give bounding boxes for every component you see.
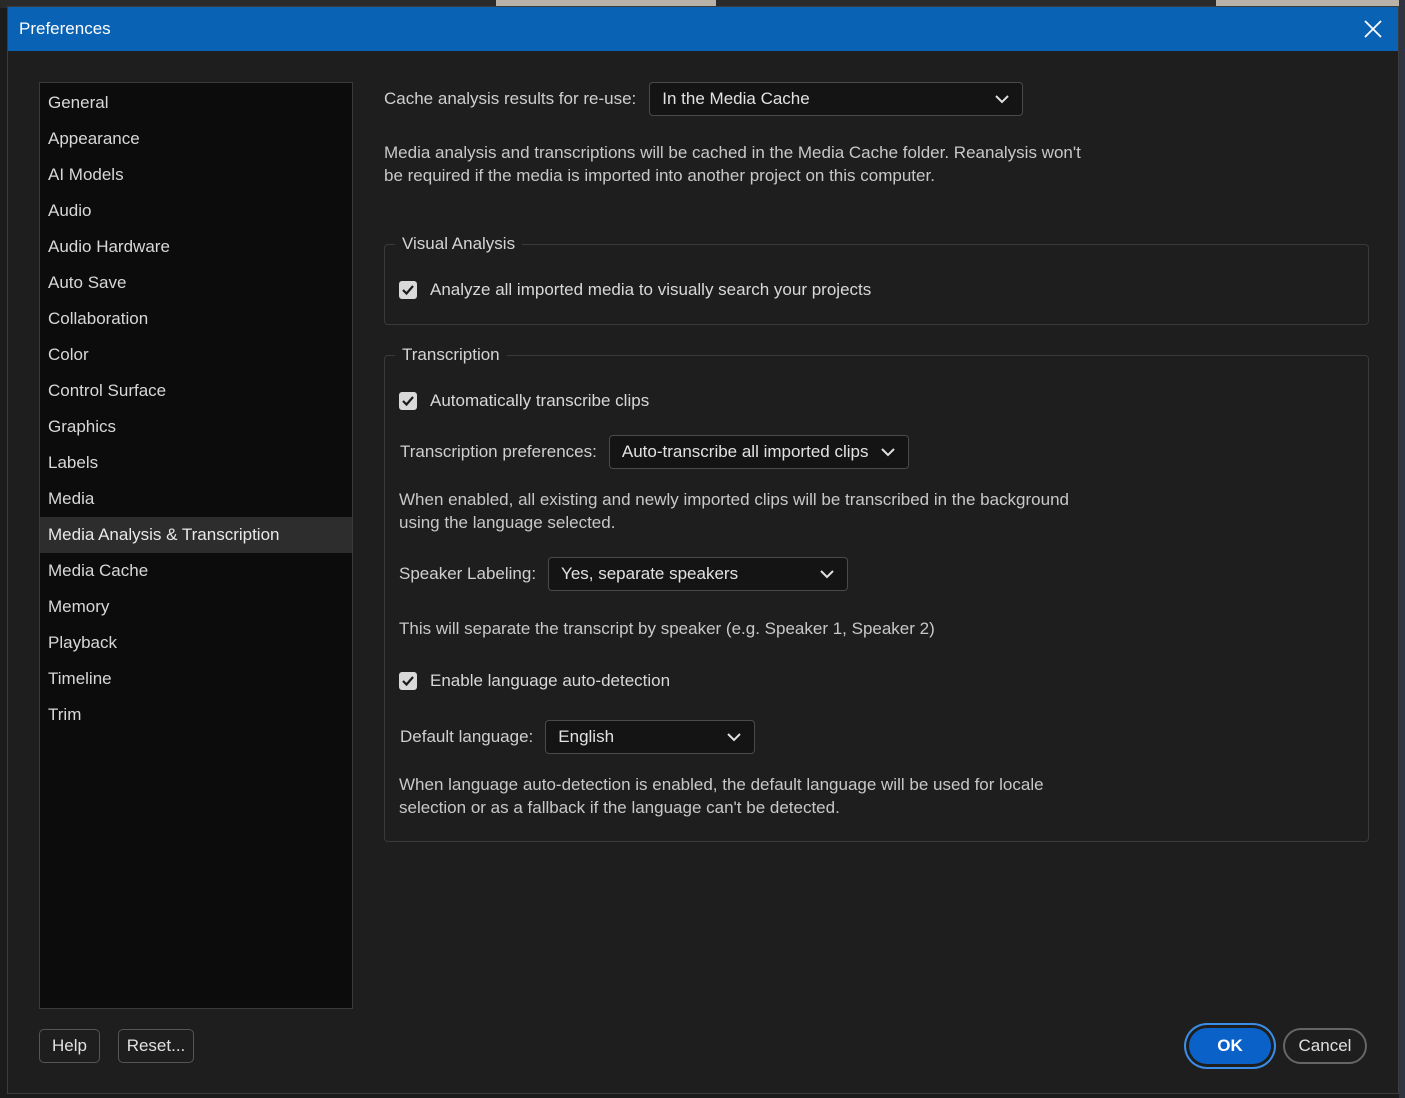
default-language-select[interactable]: English <box>545 720 756 754</box>
transcription-group: Transcription Automatically transcribe c… <box>384 345 1369 842</box>
speaker-labeling-select[interactable]: Yes, separate speakers <box>548 557 849 591</box>
default-language-value: English <box>558 727 615 746</box>
speaker-labeling-value: Yes, separate speakers <box>561 564 739 583</box>
visual-analysis-legend: Visual Analysis <box>402 234 516 253</box>
visual-analysis-group: Visual Analysis Analyze all imported med… <box>384 234 1369 325</box>
cache-select-value: In the Media Cache <box>662 89 810 108</box>
sidebar-item-memory[interactable]: Memory <box>40 589 352 625</box>
sidebar-item-media[interactable]: Media <box>40 481 352 517</box>
transcription-legend: Transcription <box>402 345 500 364</box>
sidebar-item-timeline[interactable]: Timeline <box>40 661 352 697</box>
transcription-prefs-label: Transcription preferences: <box>400 442 597 461</box>
sidebar-item-control-surface[interactable]: Control Surface <box>40 373 352 409</box>
window-title: Preferences <box>19 19 111 38</box>
close-icon <box>1364 20 1382 38</box>
analyze-label: Analyze all imported media to visually s… <box>430 280 872 299</box>
preferences-sidebar: General Appearance AI Models Audio Audio… <box>39 82 353 1009</box>
sidebar-item-labels[interactable]: Labels <box>40 445 352 481</box>
auto-transcribe-checkbox[interactable] <box>399 392 417 410</box>
cache-select[interactable]: In the Media Cache <box>649 82 1024 116</box>
analyze-checkbox[interactable] <box>399 281 417 299</box>
chevron-down-icon <box>727 733 741 742</box>
sidebar-item-trim[interactable]: Trim <box>40 697 352 733</box>
auto-transcribe-label: Automatically transcribe clips <box>430 391 650 410</box>
transcription-prefs-row: Transcription preferences: Auto-transcri… <box>400 435 909 469</box>
ok-button[interactable]: OK <box>1189 1028 1271 1064</box>
auto-transcribe-row: Automatically transcribe clips <box>399 391 649 411</box>
sidebar-item-media-analysis-transcription[interactable]: Media Analysis & Transcription <box>40 517 352 553</box>
desktop-background-edge <box>1399 0 1405 1098</box>
autodetect-checkbox[interactable] <box>399 672 417 690</box>
cache-label: Cache analysis results for re-use: <box>384 89 637 108</box>
transcription-prefs-description: When enabled, all existing and newly imp… <box>399 490 1069 532</box>
sidebar-item-auto-save[interactable]: Auto Save <box>40 265 352 301</box>
cache-row: Cache analysis results for re-use: In th… <box>384 82 1024 116</box>
preferences-content: Cache analysis results for re-use: In th… <box>384 82 1374 902</box>
checkmark-icon <box>402 676 414 687</box>
cancel-button[interactable]: Cancel <box>1283 1028 1367 1064</box>
transcription-prefs-value: Auto-transcribe all imported clips <box>621 442 869 461</box>
sidebar-item-audio-hardware[interactable]: Audio Hardware <box>40 229 352 265</box>
sidebar-item-collaboration[interactable]: Collaboration <box>40 301 352 337</box>
default-language-row: Default language: English <box>400 720 756 754</box>
chevron-down-icon <box>995 95 1009 104</box>
checkmark-icon <box>402 396 414 407</box>
default-language-description: When language auto-detection is enabled,… <box>399 775 1044 817</box>
speaker-labeling-description: This will separate the transcript by spe… <box>399 619 935 638</box>
checkmark-icon <box>402 285 414 296</box>
chevron-down-icon <box>881 448 895 457</box>
sidebar-item-playback[interactable]: Playback <box>40 625 352 661</box>
close-button[interactable] <box>1358 14 1388 44</box>
sidebar-item-general[interactable]: General <box>40 85 352 121</box>
autodetect-label: Enable language auto-detection <box>430 671 671 690</box>
sidebar-item-appearance[interactable]: Appearance <box>40 121 352 157</box>
help-button[interactable]: Help <box>39 1029 100 1063</box>
default-language-label: Default language: <box>400 727 534 746</box>
title-bar: Preferences <box>8 7 1398 51</box>
sidebar-item-audio[interactable]: Audio <box>40 193 352 229</box>
sidebar-item-media-cache[interactable]: Media Cache <box>40 553 352 589</box>
reset-button[interactable]: Reset... <box>118 1029 194 1063</box>
cache-description: Media analysis and transcriptions will b… <box>384 143 1081 185</box>
speaker-labeling-label: Speaker Labeling: <box>399 564 537 583</box>
transcription-prefs-select[interactable]: Auto-transcribe all imported clips <box>608 435 909 469</box>
speaker-labeling-row: Speaker Labeling: Yes, separate speakers <box>399 557 849 591</box>
analyze-row: Analyze all imported media to visually s… <box>399 280 871 300</box>
sidebar-item-ai-models[interactable]: AI Models <box>40 157 352 193</box>
preferences-dialog: Preferences General Appearance AI Models… <box>7 6 1399 1094</box>
chevron-down-icon <box>820 570 834 579</box>
sidebar-item-graphics[interactable]: Graphics <box>40 409 352 445</box>
autodetect-row: Enable language auto-detection <box>399 671 670 691</box>
sidebar-item-color[interactable]: Color <box>40 337 352 373</box>
